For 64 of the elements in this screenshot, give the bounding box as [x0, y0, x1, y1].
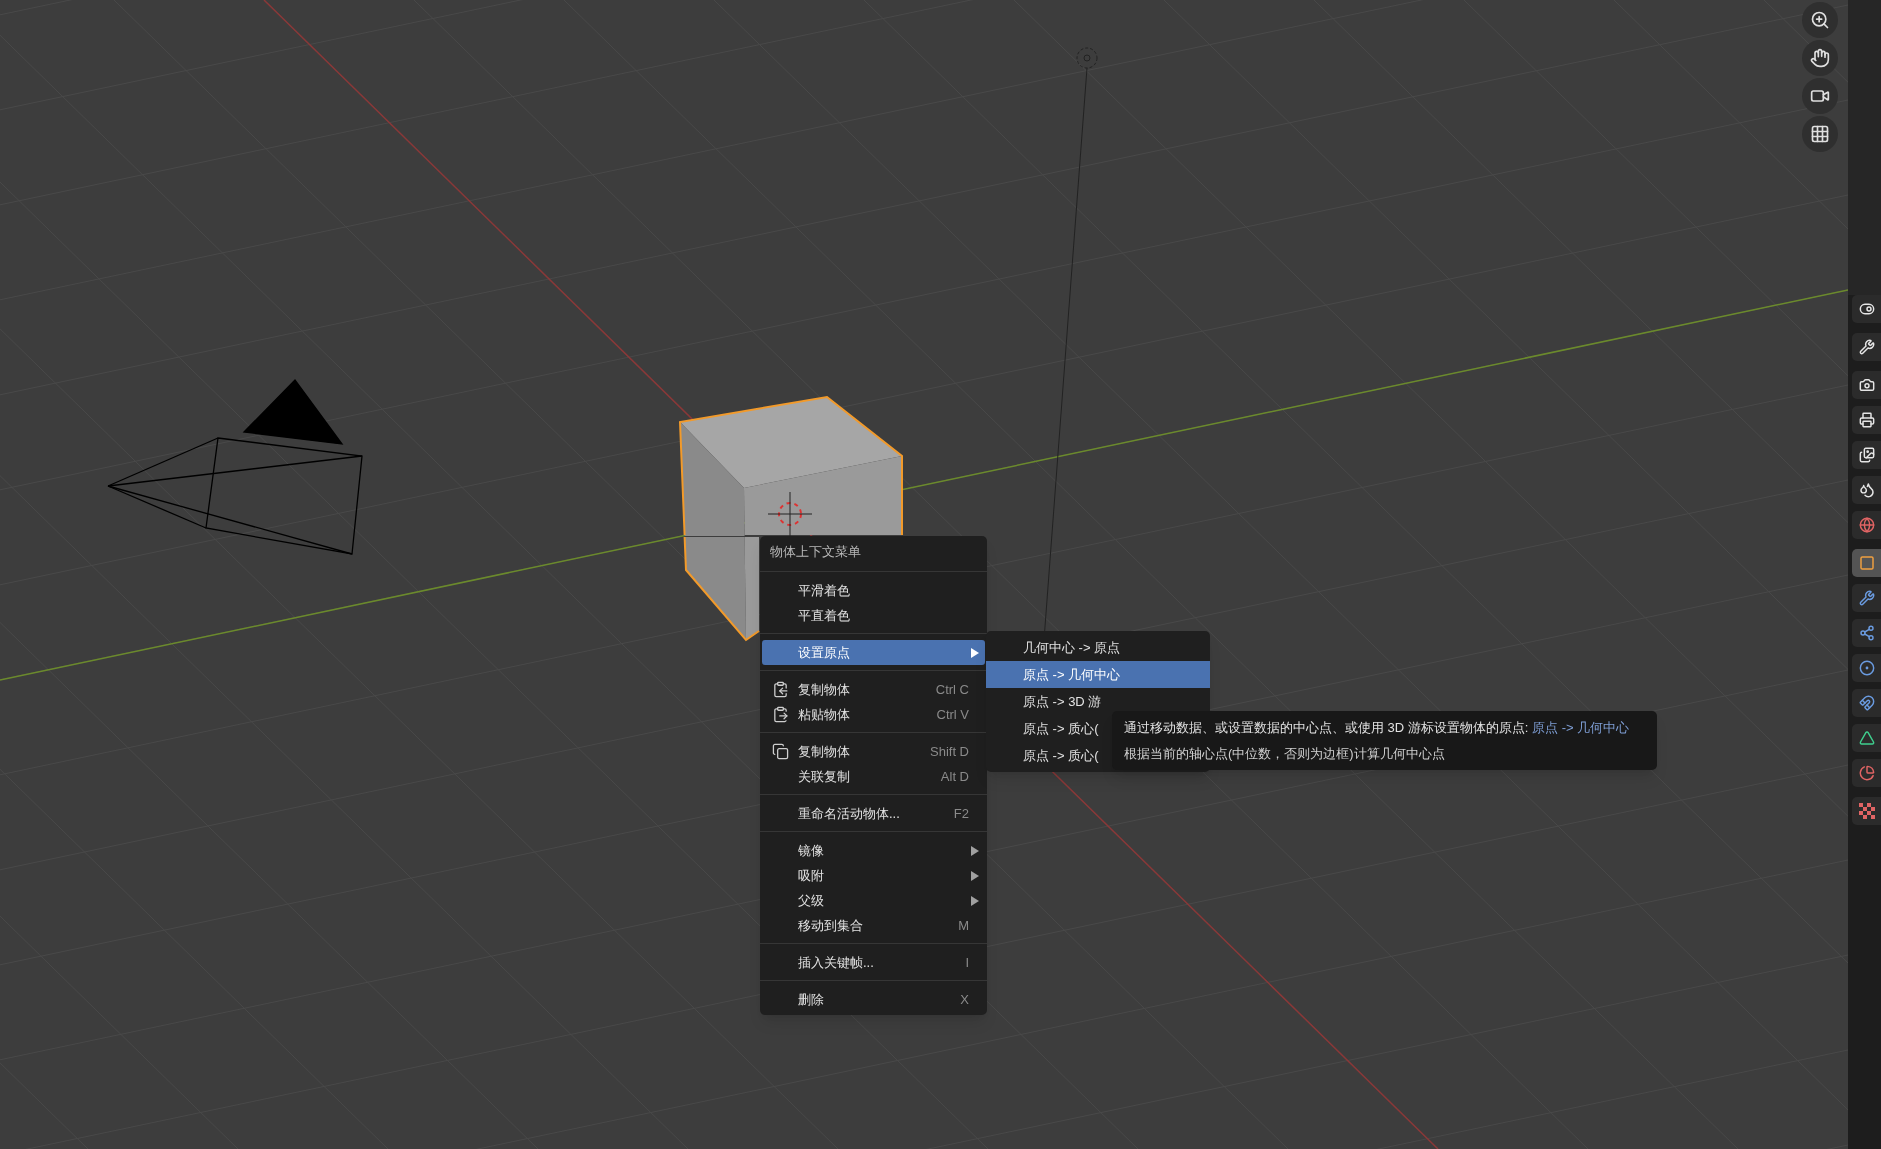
shortcut-label: Alt D [940, 767, 969, 786]
target-icon [1858, 660, 1875, 676]
properties-tab[interactable] [1852, 584, 1881, 612]
properties-tab[interactable] [1852, 619, 1881, 647]
menu-item[interactable]: 镜像 [762, 838, 985, 863]
submenu-item[interactable]: 几何中心 -> 原点 [986, 634, 1210, 661]
shortcut-label: I [965, 953, 969, 972]
zoom-icon [1810, 10, 1830, 30]
printer-icon [1858, 412, 1875, 428]
globe-icon [1858, 517, 1875, 533]
properties-tab[interactable] [1852, 333, 1881, 361]
menu-item[interactable]: 平直着色 [762, 603, 985, 628]
submenu-item[interactable]: 原点 -> 几何中心 [986, 661, 1210, 688]
clipboard-icon [772, 681, 789, 698]
menu-item[interactable]: 重命名活动物体... F2 [762, 801, 985, 826]
menu-item[interactable]: 移动到集合 M [762, 913, 985, 938]
grid-icon [1810, 124, 1830, 144]
pie-chart-icon [1858, 765, 1875, 781]
viewport-nav-button[interactable] [1802, 2, 1838, 38]
toggle-icon [1858, 301, 1875, 317]
menu-item[interactable]: 平滑着色 [762, 578, 985, 603]
nodes-icon [1858, 625, 1875, 641]
viewport-nav-button[interactable] [1802, 78, 1838, 114]
menu-item[interactable]: 粘贴物体 Ctrl V [762, 702, 985, 727]
shortcut-label: X [960, 990, 969, 1009]
copy-icon [772, 743, 789, 760]
tooltip-detail: 根据当前的轴心点(中位数，否则为边框)计算几何中心点 [1124, 745, 1446, 763]
menu-title: 物体上下文菜单 [769, 543, 862, 562]
magnet-icon [1858, 695, 1875, 711]
tooltip-description: 通过移动数据、或设置数据的中心点、或使用 3D 游标设置物体的原点: 原点 -> 几何中心 [1124, 718, 1631, 737]
wrench-icon [1858, 590, 1875, 606]
properties-tab[interactable] [1852, 476, 1881, 504]
menu-item[interactable]: 插入关键帧... I [762, 950, 985, 975]
menu-item[interactable]: 父级 [762, 888, 985, 913]
properties-tab[interactable] [1852, 295, 1881, 323]
menu-item[interactable]: 吸附 [762, 863, 985, 888]
triangle-icon [1858, 730, 1875, 746]
square-icon [1858, 555, 1875, 571]
shortcut-label: M [958, 916, 969, 935]
wrench-icon [1858, 339, 1875, 355]
shortcut-label: F2 [953, 804, 969, 823]
properties-tab[interactable] [1852, 654, 1881, 682]
camera-icon [1858, 377, 1875, 393]
menu-item[interactable]: 设置原点 [762, 640, 985, 665]
menu-item[interactable]: 删除 X [762, 987, 985, 1012]
properties-tab[interactable] [1852, 689, 1881, 717]
droplets-icon [1858, 482, 1875, 498]
images-icon [1858, 447, 1875, 463]
hand-icon [1810, 48, 1830, 68]
shortcut-label: Ctrl C [935, 680, 969, 699]
properties-tab[interactable] [1852, 406, 1881, 434]
shortcut-label: Ctrl V [936, 705, 969, 724]
viewport-nav-button[interactable] [1802, 116, 1838, 152]
clipboard-icon [772, 706, 789, 723]
submenu-item[interactable]: 原点 -> 3D 游 [986, 688, 1210, 715]
properties-tab[interactable] [1852, 441, 1881, 469]
menu-item[interactable]: 复制物体 Ctrl C [762, 677, 985, 702]
properties-tab[interactable] [1852, 371, 1881, 399]
menu-item[interactable]: 复制物体 Shift D [762, 739, 985, 764]
properties-tab[interactable] [1852, 724, 1881, 752]
checker-icon [1858, 803, 1875, 819]
menu-item[interactable]: 关联复制 Alt D [762, 764, 985, 789]
viewport-nav-button[interactable] [1802, 40, 1838, 76]
shortcut-label: Shift D [930, 742, 969, 761]
